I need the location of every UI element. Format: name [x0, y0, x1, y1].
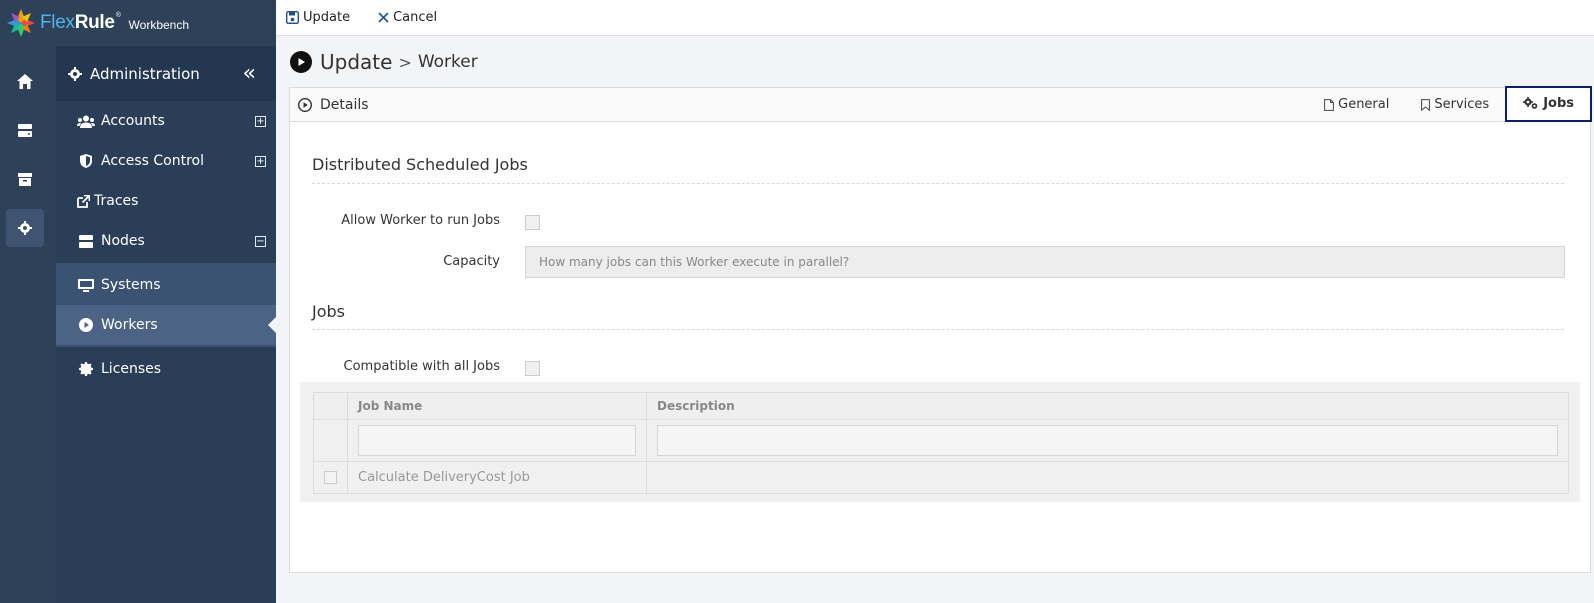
shield-icon — [76, 154, 96, 168]
tab-label: Services — [1434, 97, 1490, 112]
nodes-submenu: Systems Workers — [56, 263, 276, 347]
server-icon[interactable] — [6, 111, 44, 149]
sidebar-header: Administration « — [56, 46, 276, 101]
brand-subtitle: Workbench — [128, 18, 190, 32]
filter-cell — [646, 419, 1569, 462]
sidebar-item-systems[interactable]: Systems — [56, 265, 276, 305]
table-row[interactable]: Calculate DeliveryCost Job — [313, 461, 1569, 494]
page-subtitle: Worker — [417, 52, 478, 72]
job-name-cell: Calculate DeliveryCost Job — [347, 461, 647, 494]
column-header-job-name[interactable]: Job Name — [347, 392, 647, 420]
description-filter-input[interactable] — [657, 425, 1558, 456]
panel-header: Details General Services Jobs — [290, 85, 1592, 122]
jobs-table: Job Name Description Calculate DeliveryC… — [313, 392, 1569, 494]
sidebar-item-label: Systems — [101, 277, 161, 293]
desktop-icon — [76, 278, 96, 292]
certificate-icon — [76, 362, 96, 376]
play-circle-icon — [290, 51, 312, 73]
file-icon — [1324, 98, 1335, 111]
sidebar-item-label: Workers — [101, 317, 158, 333]
section-divider — [312, 329, 1564, 330]
tab-general[interactable]: General — [1308, 88, 1405, 122]
jobs-grid: Job Name Description Calculate DeliveryC… — [300, 382, 1580, 502]
page-title: Update > Worker — [290, 50, 478, 74]
close-icon — [378, 12, 389, 23]
sidebar-item-label: Licenses — [101, 361, 162, 377]
flexrule-logo-icon — [6, 8, 36, 38]
icon-rail — [0, 0, 56, 603]
sidebar-item-licenses[interactable]: Licenses — [56, 349, 276, 389]
collapse-icon[interactable]: − — [255, 235, 266, 247]
row-checkbox[interactable] — [324, 471, 337, 484]
app-logo: FlexRule® Workbench — [0, 0, 276, 46]
collapse-sidebar-icon[interactable]: « — [243, 61, 256, 86]
sidebar-item-accounts[interactable]: Accounts + — [56, 101, 276, 141]
section-title-jobs: Jobs — [312, 302, 345, 321]
expand-icon[interactable]: + — [255, 115, 266, 127]
play-circle-icon — [76, 318, 96, 332]
cancel-button[interactable]: Cancel — [378, 10, 437, 25]
tab-jobs[interactable]: Jobs — [1505, 85, 1592, 122]
gear-icon — [68, 66, 82, 81]
capacity-label: Capacity — [443, 254, 500, 269]
details-label: Details — [320, 96, 369, 113]
tab-label: Jobs — [1543, 96, 1574, 111]
users-icon — [76, 115, 96, 128]
section-divider — [312, 183, 1564, 184]
column-header-description[interactable]: Description — [646, 392, 1569, 420]
breadcrumb-separator: > — [398, 52, 412, 72]
row-select-cell — [313, 461, 348, 494]
sidebar-item-access-control[interactable]: Access Control + — [56, 141, 276, 181]
expand-icon[interactable]: + — [255, 155, 266, 167]
archive-icon[interactable] — [6, 160, 44, 198]
filter-cell — [313, 419, 348, 462]
sidebar-title: Administration — [90, 64, 200, 83]
gears-icon — [1523, 97, 1539, 110]
allow-worker-checkbox[interactable] — [525, 215, 540, 230]
external-link-icon — [76, 194, 90, 208]
tab-label: General — [1338, 97, 1390, 112]
page-title-text: Update — [320, 50, 393, 74]
capacity-placeholder: How many jobs can this Worker execute in… — [539, 255, 850, 269]
description-cell — [646, 461, 1569, 494]
gear-icon[interactable] — [6, 209, 44, 247]
sidebar-item-traces[interactable]: Traces — [56, 181, 276, 221]
brand-name: FlexRule® — [40, 12, 121, 33]
admin-sidebar: Administration « Accounts + Access Contr… — [56, 46, 276, 603]
compatible-jobs-label: Compatible with all Jobs — [343, 359, 500, 374]
capacity-input[interactable]: How many jobs can this Worker execute in… — [525, 246, 1565, 278]
sidebar-item-workers[interactable]: Workers — [56, 305, 276, 345]
tab-services[interactable]: Services — [1405, 88, 1505, 122]
section-title-distributed-jobs: Distributed Scheduled Jobs — [312, 155, 528, 174]
server-icon — [76, 234, 96, 248]
worker-details-panel: Details General Services Jobs Distribute… — [289, 85, 1592, 573]
sidebar-item-nodes[interactable]: Nodes − — [56, 221, 276, 261]
play-circle-icon — [298, 97, 312, 112]
sidebar-item-label: Nodes — [101, 233, 145, 249]
panel-tabs: General Services Jobs — [1308, 85, 1592, 122]
filter-cell — [347, 419, 647, 462]
cancel-label: Cancel — [393, 10, 438, 25]
update-button[interactable]: Update — [286, 10, 350, 25]
sidebar-item-label: Traces — [94, 193, 139, 209]
home-icon[interactable] — [6, 62, 44, 100]
details-heading: Details — [290, 97, 369, 113]
compatible-jobs-checkbox[interactable] — [525, 361, 540, 376]
table-header-row: Job Name Description — [313, 392, 1569, 420]
sidebar-item-label: Accounts — [101, 113, 165, 129]
allow-worker-label: Allow Worker to run Jobs — [341, 213, 500, 228]
top-toolbar: Update Cancel — [276, 0, 1594, 36]
update-label: Update — [303, 10, 351, 25]
job-name-filter-input[interactable] — [358, 425, 636, 456]
select-column-header — [313, 392, 348, 420]
sidebar-item-label: Access Control — [101, 153, 204, 169]
filter-row — [313, 419, 1569, 462]
bookmark-icon — [1421, 98, 1431, 111]
save-icon — [286, 11, 299, 24]
